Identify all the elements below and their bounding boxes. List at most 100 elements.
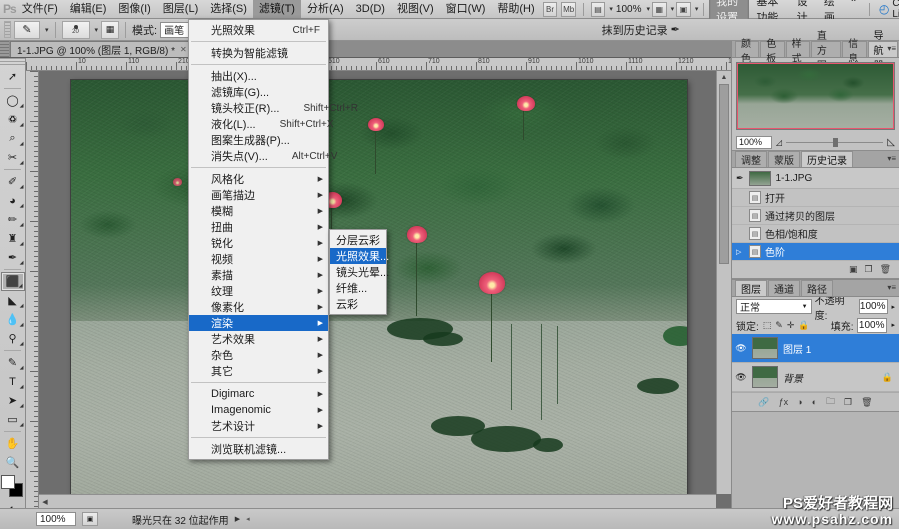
canvas-horizontal-scrollbar[interactable]: ◀ (39, 494, 716, 508)
status-zoom-stepper[interactable]: ▣ (82, 512, 98, 526)
filter-menu-item-19[interactable]: 杂色 ▶ (189, 347, 328, 363)
tab-直方图[interactable]: 直方图 (810, 31, 842, 72)
render-submenu-item-4[interactable]: 云彩 (330, 296, 386, 312)
scroll-up-icon[interactable]: ▲ (717, 71, 731, 83)
navigator-view-box[interactable] (737, 63, 894, 129)
scroll-left-icon[interactable]: ◀ (39, 495, 51, 508)
fill-stepper-icon[interactable]: ▸ (891, 321, 895, 329)
close-icon[interactable]: ✕ (180, 45, 187, 54)
history-item[interactable]: ▤ 色相/饱和度 (732, 225, 899, 243)
filter-menu-item-13[interactable]: 视频 ▶ (189, 251, 328, 267)
render-submenu-dropdown[interactable]: 分层云彩 光照效果... 镜头光晕... 纤维... 云彩 (329, 229, 389, 315)
new-layer-icon[interactable]: ❐ (844, 397, 852, 408)
filter-menu-item-8[interactable]: 风格化 ▶ (189, 171, 328, 187)
view-extras-icon[interactable]: ▤ (590, 1, 606, 17)
cs-live-button[interactable]: ◴ CS Live ▾ (875, 0, 899, 20)
dodge-tool[interactable]: ⚲ ◢ (1, 329, 25, 348)
chevron-down-icon[interactable]: ▾ (646, 5, 650, 13)
panel-menu-icon[interactable]: ▾≡ (887, 283, 896, 292)
menu-5[interactable]: 滤镜(T) (252, 0, 301, 18)
filter-menu-item-2[interactable]: 抽出(X)... (189, 68, 328, 84)
tab-色板[interactable]: 色板 (760, 39, 785, 65)
tab-bar-grip[interactable] (0, 41, 9, 57)
status-resize-grip[interactable]: ◂ (246, 515, 250, 523)
filter-menu-item-24[interactable]: 浏览联机滤镜... (189, 441, 328, 457)
menu-3[interactable]: 图层(L) (157, 0, 204, 18)
menu-7[interactable]: 3D(D) (350, 0, 391, 18)
layer-visibility-icon[interactable]: 👁 (735, 343, 747, 354)
eyedropper-tool[interactable]: ✐ ◢ (1, 172, 25, 191)
lasso-tool[interactable]: ♽ ◢ (1, 110, 25, 129)
filter-menu-item-3[interactable]: 滤镜库(G)... (189, 84, 328, 100)
eraser-tool[interactable]: ⬛ ◢ (0, 272, 25, 291)
path-selection-tool[interactable]: ➤ ◢ (1, 391, 25, 410)
menu-10[interactable]: 帮助(H) (491, 0, 540, 18)
slider-thumb[interactable] (832, 137, 838, 147)
history-item[interactable]: ▤ 打开 (732, 189, 899, 207)
marquee-tool[interactable]: ◯ ◢ (1, 91, 25, 110)
filter-menu-item-21[interactable]: Digimarc ▶ (189, 386, 328, 402)
tab-颜色[interactable]: 颜色 (735, 39, 760, 65)
group-icon[interactable]: 🗀 (826, 394, 835, 410)
panel-menu-icon[interactable]: ▾≡ (887, 44, 896, 53)
navigator-zoom-slider[interactable] (786, 136, 884, 148)
zoom-out-icon[interactable]: ◿ (776, 138, 782, 147)
brush-tool[interactable]: ✏ ◢ (1, 210, 25, 229)
blend-mode-select[interactable]: 正常 ▼ (736, 299, 812, 314)
tab-样式[interactable]: 样式 (785, 39, 810, 65)
panel-menu-icon[interactable]: ▾≡ (887, 154, 896, 163)
tab-图层[interactable]: 图层 (735, 280, 767, 296)
blur-tool[interactable]: 💧 ◢ (1, 310, 25, 329)
filter-menu-item-15[interactable]: 纹理 ▶ (189, 283, 328, 299)
menu-8[interactable]: 视图(V) (391, 0, 440, 18)
canvas-vertical-scrollbar[interactable]: ▲ (716, 71, 731, 494)
navigator-zoom-input[interactable]: 100% (736, 135, 772, 149)
delete-icon[interactable]: 🗑 (861, 397, 872, 408)
filter-menu-item-23[interactable]: 艺术设计 ▶ (189, 418, 328, 434)
filter-menu-item-12[interactable]: 锐化 ▶ (189, 235, 328, 251)
history-brush-source-icon[interactable]: ✒ (736, 173, 744, 184)
filter-menu-item-0[interactable]: 光照效果 Ctrl+F (189, 22, 328, 38)
chevron-down-icon[interactable]: ▾ (695, 5, 699, 13)
pen-tool[interactable]: ✎ ◢ (1, 353, 25, 372)
menu-1[interactable]: 编辑(E) (64, 0, 113, 18)
filter-menu-item-10[interactable]: 模糊 ▶ (189, 203, 328, 219)
tab-调整[interactable]: 调整 (735, 151, 767, 167)
crop-tool[interactable]: ✂ ◢ (1, 148, 25, 167)
filter-menu-item-17[interactable]: 渲染 ▶ (189, 315, 328, 331)
filter-menu-item-4[interactable]: 镜头校正(R)... Shift+Ctrl+R (189, 100, 358, 116)
tab-历史记录[interactable]: 历史记录 (801, 151, 853, 167)
tab-蒙版[interactable]: 蒙版 (768, 151, 800, 167)
layer-visibility-icon[interactable]: 👁 (735, 372, 747, 383)
tools-panel-grip[interactable] (0, 58, 25, 67)
screen-mode-icon[interactable]: ▣ (676, 1, 691, 17)
chevron-down-icon[interactable]: ▾ (45, 26, 49, 34)
layer-row[interactable]: 👁 图层 1 (732, 334, 899, 363)
fx-icon[interactable]: ƒx (779, 397, 789, 407)
zoom-in-icon[interactable]: ◺ (887, 137, 895, 148)
current-tool-icon[interactable]: ✎ (14, 20, 40, 39)
menu-4[interactable]: 选择(S) (204, 0, 253, 18)
brush-panel-icon[interactable]: ▦ (101, 20, 120, 39)
mask-icon[interactable]: ◑ (797, 397, 802, 407)
navigator-thumbnail[interactable] (736, 62, 895, 130)
tab-信息[interactable]: 信息 (842, 39, 867, 65)
zoom-tool[interactable]: 🔍 (1, 453, 25, 472)
bridge-icon[interactable]: Br (542, 1, 558, 17)
filter-menu-item-5[interactable]: 液化(L)... Shift+Ctrl+X (189, 116, 334, 132)
menu-2[interactable]: 图像(I) (112, 0, 156, 18)
hand-tool[interactable]: ✋ (1, 434, 25, 453)
status-zoom-input[interactable]: 100% (36, 512, 76, 526)
clone-stamp-tool[interactable]: ♜ ◢ (1, 229, 25, 248)
filter-menu-dropdown[interactable]: 光照效果 Ctrl+F 转换为智能滤镜 抽出(X)... 滤镜库(G)... 镜头校正(R… (188, 19, 358, 460)
lock-transparent-pixels-icon[interactable]: ⬚ (763, 320, 772, 331)
history-brush-icon[interactable]: ✒ (671, 23, 680, 36)
history-brush-tool[interactable]: ✒ ◢ (1, 248, 25, 267)
status-info-arrow-icon[interactable]: ▶ (235, 515, 240, 523)
tab-通道[interactable]: 通道 (768, 280, 800, 296)
brush-preset-picker[interactable]: 20 (61, 20, 90, 39)
history-item[interactable]: ▤ 通过拷贝的图层 (732, 207, 899, 225)
filter-menu-item-16[interactable]: 像素化 ▶ (189, 299, 328, 315)
filter-menu-item-6[interactable]: 图案生成器(P)... (189, 132, 328, 148)
options-bar-grip[interactable] (4, 21, 11, 38)
